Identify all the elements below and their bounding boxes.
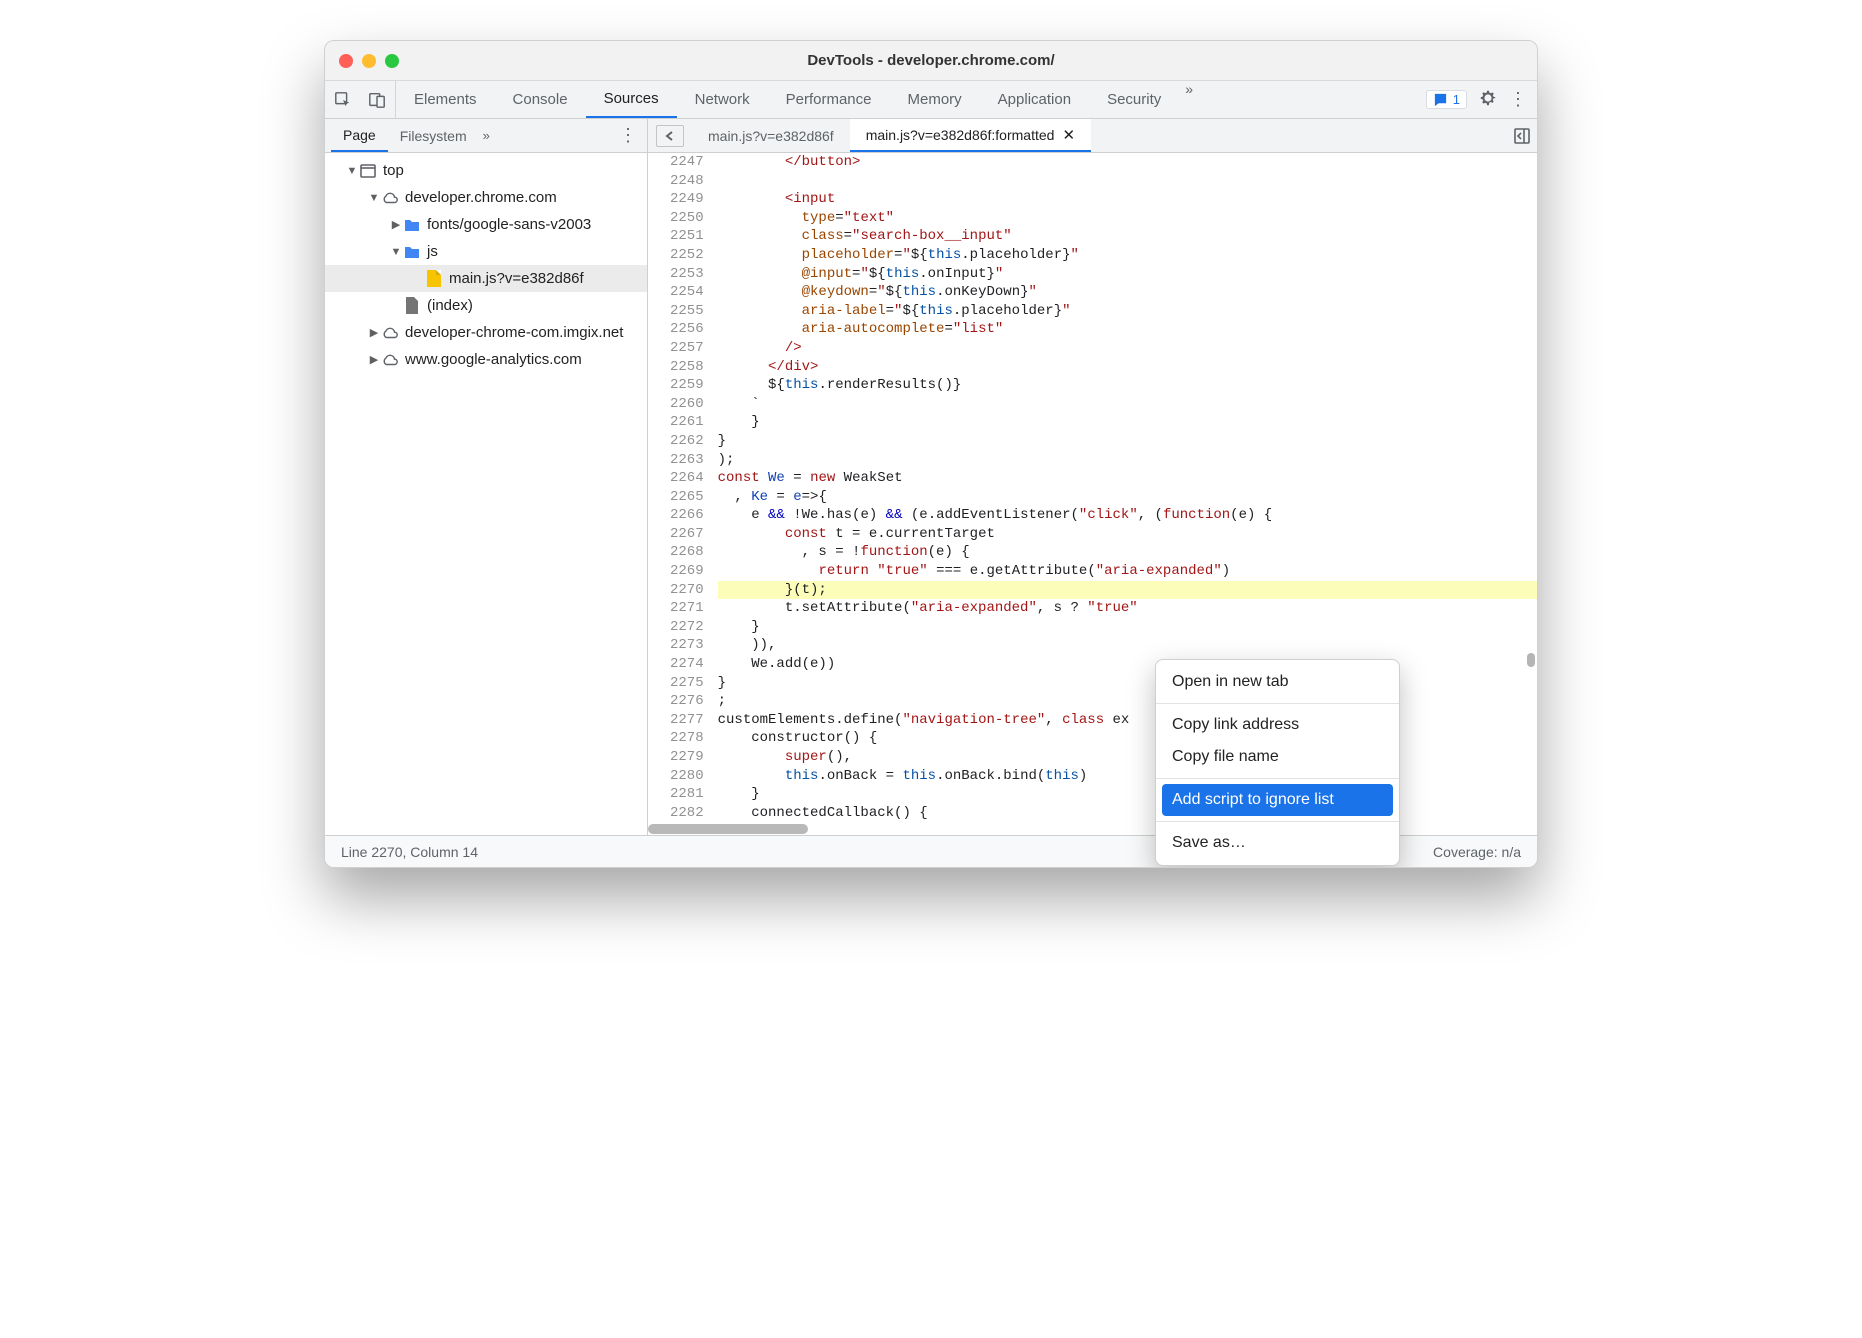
context-save-as[interactable]: Save as… <box>1156 827 1399 859</box>
inspect-element-icon[interactable] <box>333 90 353 110</box>
vertical-scrollbar[interactable] <box>1527 653 1535 667</box>
frame-icon <box>359 162 377 180</box>
tree-folder-fonts[interactable]: ▶ fonts/google-sans-v2003 <box>325 211 647 238</box>
navigator-tab-page[interactable]: Page <box>331 119 388 152</box>
context-open-new-tab[interactable]: Open in new tab <box>1156 666 1399 698</box>
navigator-tab-filesystem[interactable]: Filesystem <box>388 119 479 152</box>
context-menu-separator <box>1156 821 1399 822</box>
tree-file-mainjs[interactable]: main.js?v=e382d86f <box>325 265 647 292</box>
cloud-icon <box>381 324 399 342</box>
editor-tabs: main.js?v=e382d86f main.js?v=e382d86f:fo… <box>648 119 1537 153</box>
context-menu: Open in new tab Copy link address Copy f… <box>1155 659 1400 866</box>
window-controls <box>339 54 399 68</box>
navigator-pane: Page Filesystem » ⋮ ▼ top ▼ developer.ch… <box>325 119 648 835</box>
close-tab-icon[interactable]: ✕ <box>1062 126 1075 144</box>
window-title: DevTools - developer.chrome.com/ <box>325 52 1537 69</box>
more-tabs-icon[interactable]: » <box>1179 81 1199 118</box>
maximize-window-icon[interactable] <box>385 54 399 68</box>
tree-folder-js[interactable]: ▼ js <box>325 238 647 265</box>
panel-body: Page Filesystem » ⋮ ▼ top ▼ developer.ch… <box>325 119 1537 835</box>
tree-domain-google-analytics[interactable]: ▶ www.google-analytics.com <box>325 346 647 373</box>
show-debugger-pane-icon[interactable] <box>1507 119 1537 152</box>
tab-application[interactable]: Application <box>980 81 1089 118</box>
tab-elements[interactable]: Elements <box>396 81 495 118</box>
cloud-icon <box>381 351 399 369</box>
close-window-icon[interactable] <box>339 54 353 68</box>
cursor-position: Line 2270, Column 14 <box>341 844 478 860</box>
tab-security[interactable]: Security <box>1089 81 1179 118</box>
editor-tab-mainjs-formatted[interactable]: main.js?v=e382d86f:formatted✕ <box>850 119 1091 152</box>
main-toolbar: Elements Console Sources Network Perform… <box>325 81 1537 119</box>
settings-icon[interactable] <box>1479 89 1497 111</box>
titlebar: DevTools - developer.chrome.com/ <box>325 41 1537 81</box>
navigator-menu-icon[interactable]: ⋮ <box>609 119 647 152</box>
device-mode-icon[interactable] <box>367 90 387 110</box>
coverage-status: Coverage: n/a <box>1433 844 1521 860</box>
tree-top-frame[interactable]: ▼ top <box>325 157 647 184</box>
context-menu-separator <box>1156 703 1399 704</box>
horizontal-scrollbar[interactable] <box>648 824 808 834</box>
context-add-ignore-list[interactable]: Add script to ignore list <box>1162 784 1393 816</box>
minimize-window-icon[interactable] <box>362 54 376 68</box>
tab-performance[interactable]: Performance <box>768 81 890 118</box>
issues-count: 1 <box>1453 92 1460 107</box>
context-copy-link[interactable]: Copy link address <box>1156 709 1399 741</box>
tab-console[interactable]: Console <box>495 81 586 118</box>
navigator-tabs: Page Filesystem » ⋮ <box>325 119 647 153</box>
editor-pane: main.js?v=e382d86f main.js?v=e382d86f:fo… <box>648 119 1537 835</box>
code-editor[interactable]: 2247224822492250225122522253225422552256… <box>648 153 1537 835</box>
folder-icon <box>403 216 421 234</box>
devtools-window: DevTools - developer.chrome.com/ Element… <box>324 40 1538 868</box>
folder-icon <box>403 243 421 261</box>
file-icon <box>403 297 421 315</box>
file-tree: ▼ top ▼ developer.chrome.com ▶ fonts/goo… <box>325 153 647 377</box>
editor-tab-mainjs[interactable]: main.js?v=e382d86f <box>692 119 850 152</box>
line-number-gutter[interactable]: 2247224822492250225122522253225422552256… <box>648 153 716 822</box>
tree-domain-imgix[interactable]: ▶ developer-chrome-com.imgix.net <box>325 319 647 346</box>
code-content[interactable]: </button> <input type="text" class="sear… <box>716 153 1537 822</box>
tab-sources[interactable]: Sources <box>586 81 677 118</box>
issues-badge[interactable]: 1 <box>1426 90 1467 109</box>
tree-domain-developer-chrome[interactable]: ▼ developer.chrome.com <box>325 184 647 211</box>
js-file-icon <box>425 270 443 288</box>
panel-tabs: Elements Console Sources Network Perform… <box>396 81 1416 118</box>
more-menu-icon[interactable]: ⋮ <box>1509 89 1527 110</box>
navigate-history-icon[interactable] <box>656 125 684 147</box>
context-menu-separator <box>1156 778 1399 779</box>
tab-network[interactable]: Network <box>677 81 768 118</box>
tab-memory[interactable]: Memory <box>890 81 980 118</box>
navigator-more-icon[interactable]: » <box>483 119 490 152</box>
tree-file-index[interactable]: (index) <box>325 292 647 319</box>
context-copy-file[interactable]: Copy file name <box>1156 741 1399 773</box>
cloud-icon <box>381 189 399 207</box>
